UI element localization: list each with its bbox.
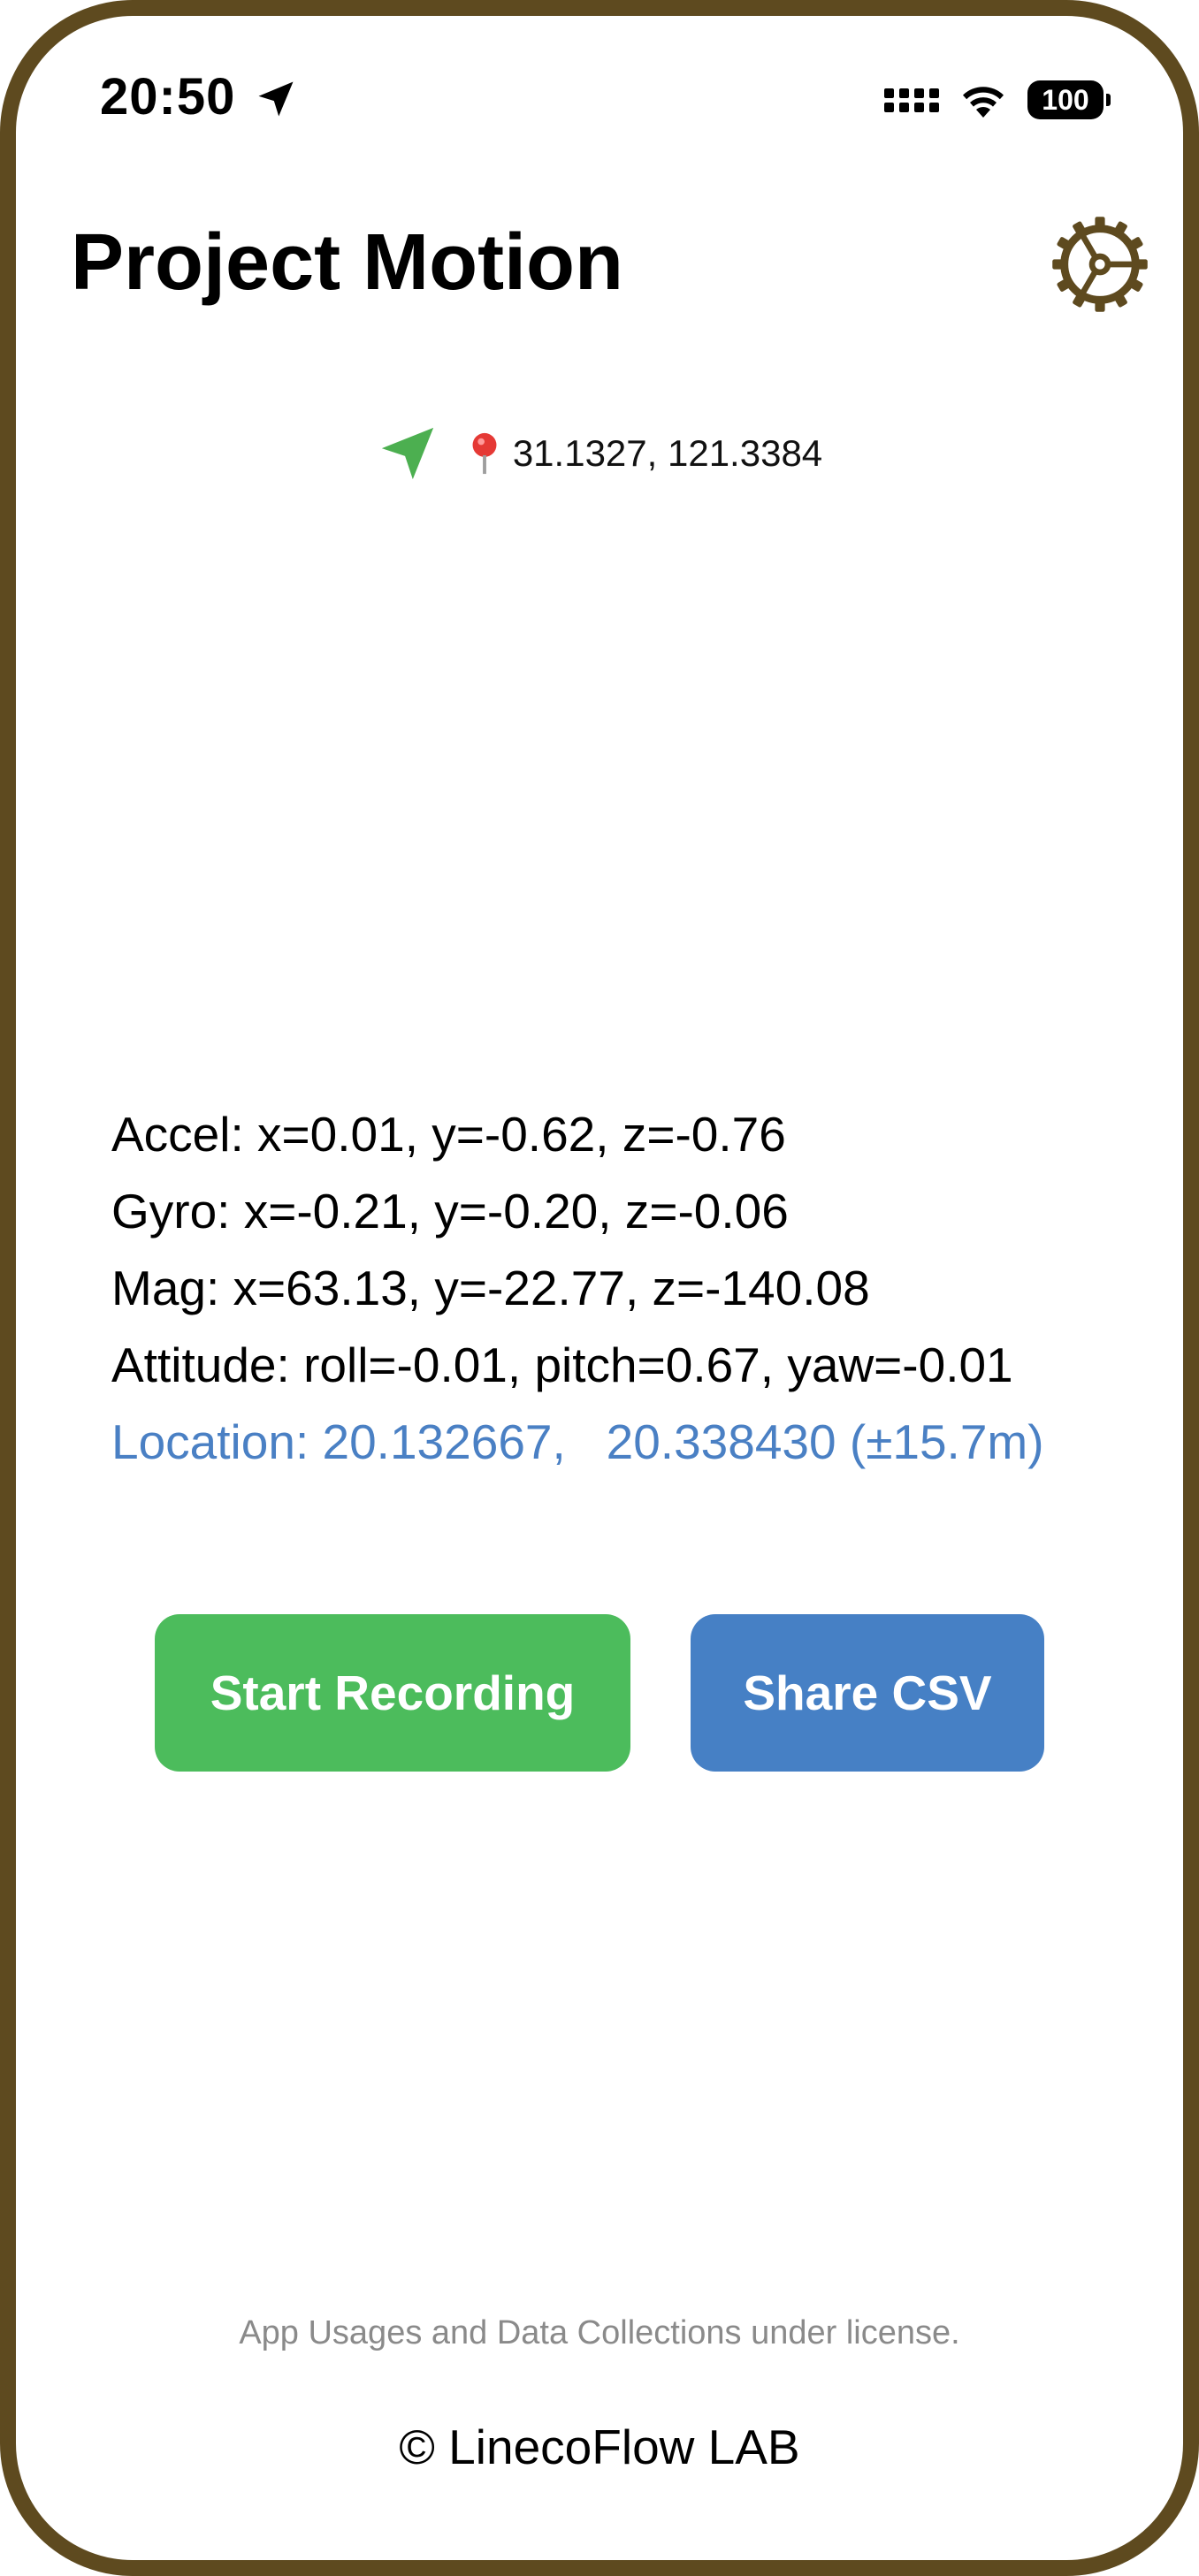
cellular-signal-icon <box>884 88 939 112</box>
sensor-readings: Accel: x=0.01, y=-0.62, z=-0.76 Gyro: x=… <box>111 1096 1044 1481</box>
share-csv-button[interactable]: Share CSV <box>691 1614 1044 1772</box>
map-pin-icon <box>472 432 497 475</box>
page-title: Project Motion <box>71 218 623 307</box>
share-csv-label: Share CSV <box>743 1665 992 1720</box>
copyright: © LinecoFlow LAB <box>399 2420 800 2474</box>
location-reading: Location: 20.132667, 20.338430 (±15.7m) <box>111 1414 1044 1469</box>
mag-reading: Mag: x=63.13, y=-22.77, z=-140.08 <box>111 1261 870 1315</box>
start-recording-button[interactable]: Start Recording <box>155 1614 630 1772</box>
attitude-reading: Attitude: roll=-0.01, pitch=0.67, yaw=-0… <box>111 1338 1013 1392</box>
accel-reading: Accel: x=0.01, y=-0.62, z=-0.76 <box>111 1107 786 1162</box>
start-recording-label: Start Recording <box>210 1665 576 1720</box>
status-icons: 100 <box>884 74 1111 126</box>
gyro-reading: Gyro: x=-0.21, y=-0.20, z=-0.06 <box>111 1184 789 1238</box>
wifi-icon <box>963 87 1004 118</box>
location-summary: 31.1327, 121.3384 <box>16 423 1183 484</box>
device-frame: 20:50 100 Project Motion 31.1327, 121.33… <box>0 0 1199 2576</box>
battery-icon: 100 <box>1027 80 1111 119</box>
navigation-arrow-icon <box>381 427 433 480</box>
battery-level: 100 <box>1042 83 1089 116</box>
license-note: App Usages and Data Collections under li… <box>239 2314 960 2351</box>
location-arrow-icon <box>258 81 294 117</box>
gear-icon[interactable] <box>1050 215 1149 314</box>
location-coords: 31.1327, 121.3384 <box>512 432 823 474</box>
status-time: 20:50 <box>100 68 236 126</box>
